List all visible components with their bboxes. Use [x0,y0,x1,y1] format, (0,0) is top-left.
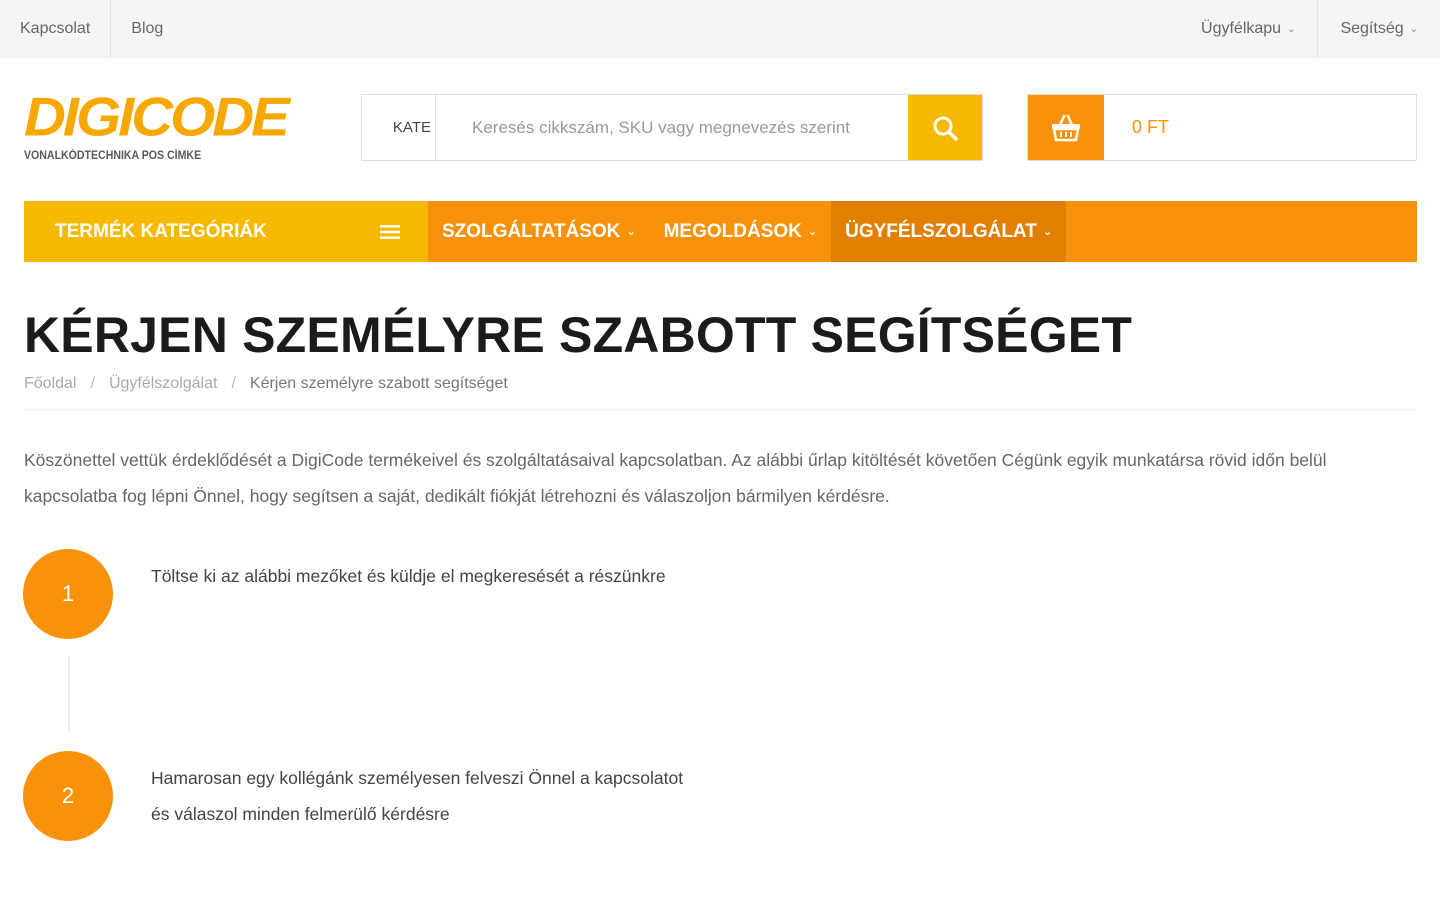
top-bar-right: Ügyfélkapu ⌄ Segítség ⌄ [1179,0,1440,58]
step-2: 2 Hamarosan egy kollégánk személyesen fe… [23,751,691,841]
chevron-down-icon: ⌄ [626,226,636,238]
client-portal-label: Ügyfélkapu [1201,20,1282,37]
nav-item-services[interactable]: SZOLGÁLTATÁSOK ⌄ [428,201,650,262]
nav-item-solutions[interactable]: MEGOLDÁSOK ⌄ [650,201,832,262]
help-link[interactable]: Segítség ⌄ [1317,0,1440,58]
breadcrumb-customer-service[interactable]: Ügyfélszolgálat [109,375,218,393]
step-number: 1 [23,549,113,639]
client-portal-link[interactable]: Ügyfélkapu ⌄ [1179,0,1317,58]
cart-total: 0 FT [1132,117,1170,137]
contact-link[interactable]: Kapcsolat [0,0,110,58]
nav-item-label: SZOLGÁLTATÁSOK [442,220,621,242]
search-input[interactable] [436,95,908,160]
cart-icon-box [1028,95,1104,160]
search-bar: KATE [361,94,983,161]
basket-icon [1052,114,1080,141]
search-button[interactable] [908,95,982,160]
divider [24,409,1417,410]
logo-tagline: VONALKÓDTECHNIKA POS CÍMKE [24,150,202,162]
logo-wordmark: DIGICODE [24,86,290,149]
top-bar-left: Kapcsolat Blog [0,0,183,58]
breadcrumb-current: Kérjen személyre szabott segítséget [249,375,508,392]
product-categories-label: TERMÉK KATEGÓRIÁK [55,220,267,242]
search-icon [933,116,958,141]
breadcrumb-home[interactable]: Főoldal [24,375,76,393]
hamburger-icon [380,224,400,239]
chevron-down-icon: ⌄ [1287,23,1296,35]
cart-widget[interactable]: 0 FT [1027,94,1417,161]
page-title: KÉRJEN SZEMÉLYRE SZABOTT SEGÍTSÉGET [24,307,1133,363]
nav-item-customer-service[interactable]: ÜGYFÉLSZOLGÁLAT ⌄ [831,201,1067,262]
help-label: Segítség [1340,20,1404,37]
search-category-select[interactable]: KATE [362,95,436,160]
step-text: Töltse ki az alábbi mezőket és küldje el… [151,566,666,586]
breadcrumb-separator: / [231,375,236,392]
step-1: 1 Töltse ki az alábbi mezőket és küldje … [23,549,691,639]
intro-text: Köszönettel vettük érdeklődését a DigiCo… [24,450,1327,506]
nav-item-label: MEGOLDÁSOK [663,220,802,242]
breadcrumb-separator: / [90,375,95,392]
logo[interactable]: DIGICODE VONALKÓDTECHNIKA POS CÍMKE [24,86,290,166]
main-nav: TERMÉK KATEGÓRIÁK SZOLGÁLTATÁSOK ⌄ MEGOL… [24,201,1417,262]
step-connector [68,656,70,732]
top-bar: Kapcsolat Blog Ügyfélkapu ⌄ Segítség ⌄ [0,0,1440,58]
breadcrumb: Főoldal / Ügyfélszolgálat / Kérjen szemé… [24,375,508,393]
step-text: Hamarosan egy kollégánk személyesen felv… [151,768,684,824]
step-number: 2 [23,751,113,841]
chevron-down-icon: ⌄ [807,226,818,238]
product-categories-menu[interactable]: TERMÉK KATEGÓRIÁK [24,201,428,262]
nav-item-label: ÜGYFÉLSZOLGÁLAT [845,220,1037,242]
blog-link[interactable]: Blog [110,0,183,58]
chevron-down-icon: ⌄ [1042,226,1053,238]
chevron-down-icon: ⌄ [1409,23,1418,35]
